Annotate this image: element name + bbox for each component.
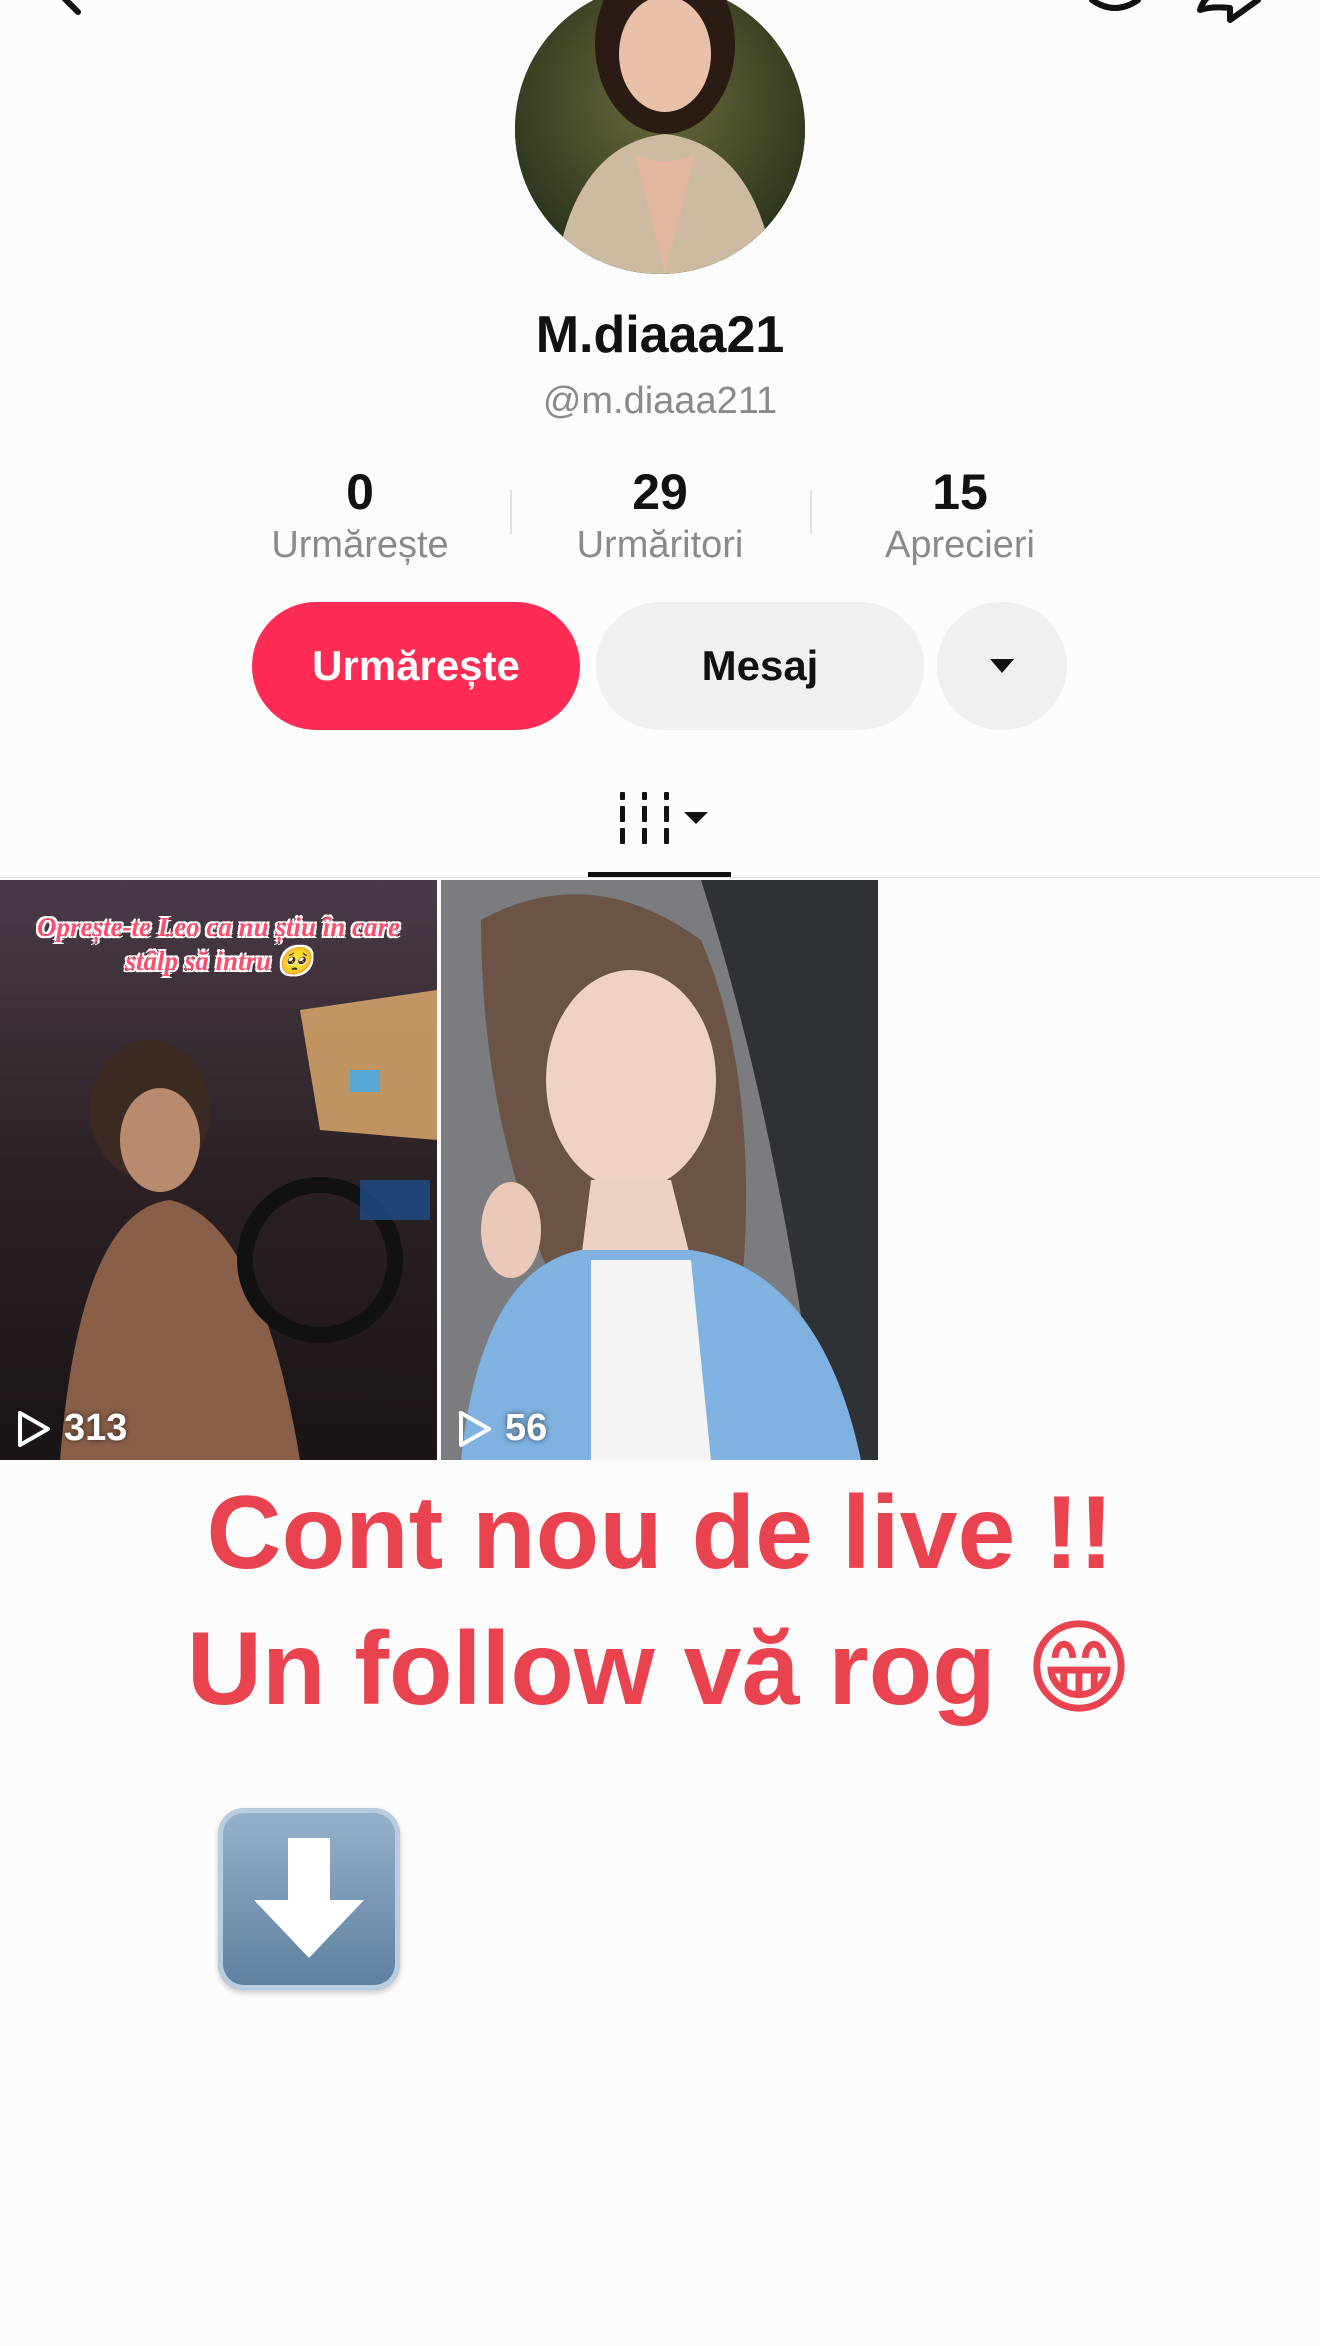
stat-divider <box>810 490 812 534</box>
followers-label: Urmăritori <box>576 524 744 566</box>
back-arrow-icon[interactable] <box>44 0 92 18</box>
down-arrow-icon <box>254 1838 364 1958</box>
tab-divider <box>0 877 1320 878</box>
bell-icon[interactable] <box>1080 0 1150 28</box>
view-count: 313 <box>16 1407 127 1450</box>
view-count-value: 313 <box>64 1407 128 1449</box>
caret-down-icon <box>990 659 1014 673</box>
view-count-value: 56 <box>505 1407 548 1449</box>
avatar[interactable] <box>515 0 805 274</box>
following-label: Urmărește <box>271 524 449 566</box>
promo-text-line-2: Un follow vă rog 😁 <box>0 1600 1320 1737</box>
likes-count: 15 <box>932 464 988 520</box>
username-handle: @m.diaaa211 <box>542 380 778 422</box>
more-options-button[interactable] <box>937 602 1067 730</box>
followers-stat[interactable]: 29 Urmăritori <box>530 462 790 568</box>
grinning-face-emoji: 😁 <box>1024 1607 1134 1729</box>
video-thumbnail[interactable]: Oprește-te Leo ca nu știu în care stâlp … <box>0 880 437 1460</box>
promo-text-line-1: Cont nou de live !! <box>206 1475 1114 1591</box>
video-grid-icon[interactable] <box>614 790 714 848</box>
following-stat[interactable]: 0 Urmărește <box>230 462 490 568</box>
video-thumbnail-image <box>441 880 878 1460</box>
likes-stat[interactable]: 15 Aprecieri <box>830 462 1090 568</box>
down-arrow-emoji <box>218 1808 400 1990</box>
followers-count: 29 <box>632 464 688 520</box>
play-icon <box>18 1410 50 1447</box>
play-icon <box>459 1410 491 1447</box>
follow-button[interactable]: Urmărește <box>252 602 580 730</box>
message-button[interactable]: Mesaj <box>596 602 924 730</box>
avatar-photo <box>515 0 805 274</box>
video-caption-overlay: Oprește-te Leo ca nu știu în care stâlp … <box>37 912 400 976</box>
following-count: 0 <box>346 464 374 520</box>
stat-divider <box>510 490 512 534</box>
display-name: M.diaaa21 <box>535 306 785 364</box>
likes-label: Aprecieri <box>885 524 1035 566</box>
share-icon[interactable] <box>1190 0 1266 26</box>
view-count: 56 <box>457 1407 547 1450</box>
video-thumbnail[interactable]: 56 <box>441 880 878 1460</box>
promo-text: Un follow vă rog <box>186 1611 996 1727</box>
